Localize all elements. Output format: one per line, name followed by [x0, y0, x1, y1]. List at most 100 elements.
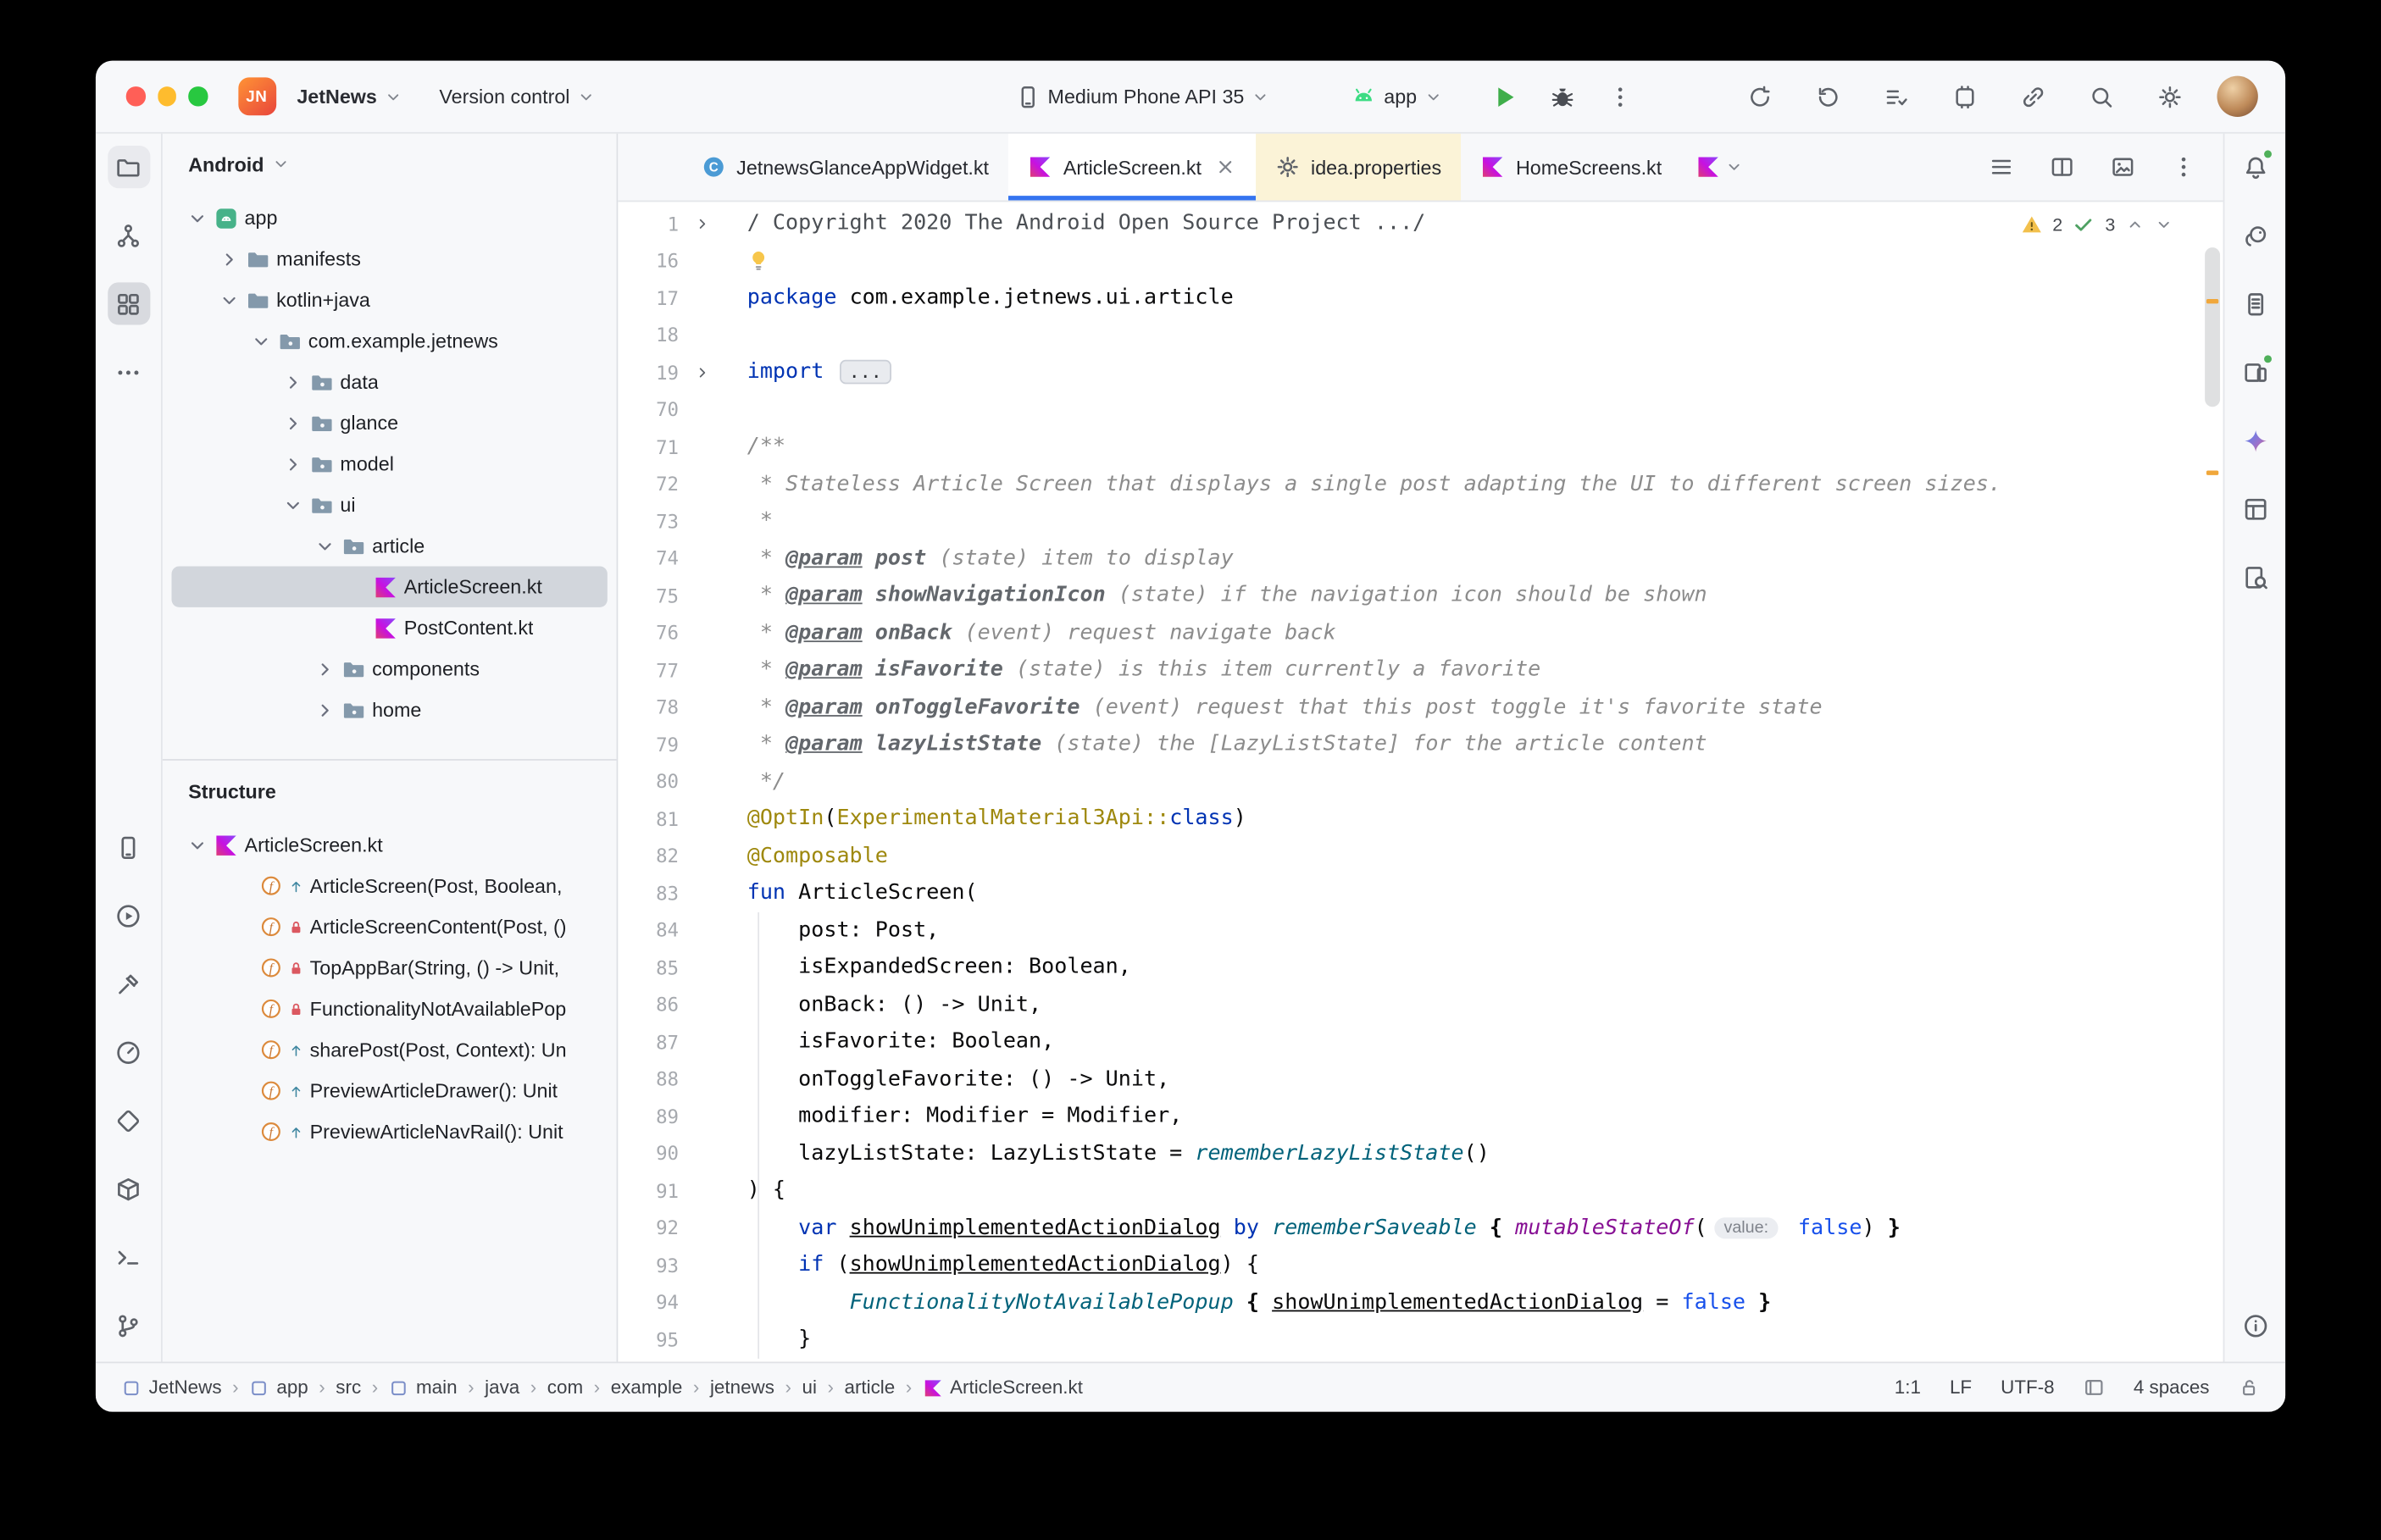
chevron-down-icon[interactable]	[314, 535, 336, 557]
indent-style[interactable]: 4 spaces	[2134, 1377, 2210, 1398]
breadcrumb-item[interactable]: ArticleScreen.kt	[923, 1377, 1083, 1398]
project-tree-item[interactable]: com.example.jetnews	[172, 320, 608, 361]
tool-build-tool-button[interactable]	[107, 962, 149, 1005]
project-widget[interactable]: JetNews	[285, 77, 415, 115]
tool-device-mirror-button[interactable]	[2234, 351, 2276, 393]
structure-item[interactable]: fPreviewArticleNavRail(): Unit	[172, 1111, 608, 1152]
prev-problem-icon[interactable]	[2126, 215, 2145, 234]
tab-idea.properties[interactable]: idea.properties	[1257, 134, 1462, 201]
project-tree-item[interactable]: ui	[172, 485, 608, 525]
breadcrumb-item[interactable]: com	[547, 1377, 583, 1398]
caret-position[interactable]: 1:1	[1895, 1377, 1921, 1398]
chevron-right-icon[interactable]	[282, 413, 303, 434]
breadcrumb-item[interactable]: article	[844, 1377, 895, 1398]
tool-app-insights-button[interactable]	[2234, 556, 2276, 598]
tool-profiler-button[interactable]	[107, 1031, 149, 1073]
tool-dependencies-button[interactable]	[107, 1167, 149, 1210]
padlock-open-icon[interactable]	[2239, 1377, 2260, 1398]
more-actions-button[interactable]	[1597, 74, 1643, 119]
project-tree-item[interactable]: components	[172, 648, 608, 689]
zoom-window-button[interactable]	[188, 87, 207, 106]
tool-more-horizontal-button[interactable]	[107, 351, 149, 393]
project-tree-item[interactable]: glance	[172, 402, 608, 443]
project-tree-item[interactable]: kotlin+java	[172, 280, 608, 320]
settings-button[interactable]	[2147, 74, 2193, 119]
structure-item[interactable]: fArticleScreen(Post, Boolean,	[172, 865, 608, 906]
structure-item[interactable]: fsharePost(Post, Context): Un	[172, 1029, 608, 1070]
fold-marker-icon[interactable]	[679, 364, 724, 381]
project-tree-item[interactable]: article	[172, 525, 608, 566]
hidden-tabs-dropdown[interactable]	[1681, 134, 1758, 201]
tab-JetnewsGlanceAppWidget.kt[interactable]: CJetnewsGlanceAppWidget.kt	[682, 134, 1009, 201]
tool-gemini-button[interactable]	[2234, 419, 2276, 462]
tool-gradle-button[interactable]	[2234, 214, 2276, 257]
breadcrumb-item[interactable]: app	[249, 1377, 308, 1398]
tool-running-devices-button[interactable]	[107, 895, 149, 937]
tool-app-inspection-button[interactable]	[107, 1099, 149, 1141]
project-tree-item[interactable]: data	[172, 362, 608, 402]
next-problem-icon[interactable]	[2155, 215, 2173, 234]
run-config-selector[interactable]: app	[1340, 77, 1455, 117]
inspections-widget[interactable]: 2 3	[2013, 211, 2181, 238]
breadcrumb-item[interactable]: java	[485, 1377, 519, 1398]
scrollbar-thumb[interactable]	[2205, 247, 2220, 407]
editor-scrollbar[interactable]	[2202, 202, 2223, 1361]
tool-layout-inspector-button[interactable]	[2234, 487, 2276, 529]
code-editor[interactable]: 1/ Copyright 2020 The Android Open Sourc…	[618, 202, 2223, 1361]
run-button[interactable]	[1482, 74, 1528, 119]
breadcrumb-item[interactable]: src	[336, 1377, 361, 1398]
project-tree-item[interactable]: home	[172, 690, 608, 730]
structure-item[interactable]: fFunctionalityNotAvailablePop	[172, 989, 608, 1029]
breadcrumb-item[interactable]: JetNews	[121, 1377, 221, 1398]
chevron-right-icon[interactable]	[219, 248, 240, 269]
project-tree-item[interactable]: PostContent.kt	[172, 607, 608, 648]
more-vertical-button[interactable]	[2166, 149, 2202, 186]
device-selector[interactable]: Medium Phone API 35	[1004, 77, 1283, 117]
breadcrumb-item[interactable]: ui	[802, 1377, 816, 1398]
tab-ArticleScreen.kt[interactable]: ArticleScreen.kt	[1008, 134, 1256, 201]
task-list-button[interactable]	[1873, 74, 1919, 119]
tab-HomeScreens.kt[interactable]: HomeScreens.kt	[1461, 134, 1681, 201]
preview-button[interactable]	[2105, 149, 2141, 186]
chevron-down-icon[interactable]	[219, 289, 240, 310]
breadcrumb-item[interactable]: example	[611, 1377, 683, 1398]
chevron-down-icon[interactable]	[186, 208, 208, 229]
restore-button[interactable]	[1806, 74, 1851, 119]
close-window-button[interactable]	[126, 87, 145, 106]
debug-button[interactable]	[1540, 74, 1585, 119]
project-tree-item[interactable]: manifests	[172, 238, 608, 279]
structure-root-item[interactable]: ArticleScreen.kt	[172, 824, 608, 865]
breadcrumb-item[interactable]: main	[389, 1377, 458, 1398]
tool-problems-button[interactable]	[2234, 1304, 2276, 1346]
chevron-right-icon[interactable]	[282, 453, 303, 474]
tool-project-folder-button[interactable]	[107, 146, 149, 188]
chevron-right-icon[interactable]	[314, 658, 336, 679]
warning-stripe-mark[interactable]	[2206, 471, 2218, 475]
warning-stripe-mark[interactable]	[2206, 299, 2218, 303]
file-encoding[interactable]: UTF-8	[2001, 1377, 2054, 1398]
tool-device-explorer-button[interactable]	[2234, 282, 2276, 324]
minimize-window-button[interactable]	[157, 87, 175, 106]
plugin-button[interactable]	[1942, 74, 1988, 119]
chevron-down-icon[interactable]	[186, 834, 208, 856]
chevron-down-icon[interactable]	[282, 494, 303, 515]
tool-notifications-button[interactable]	[2234, 146, 2276, 188]
tool-commit-graph-button[interactable]	[107, 214, 149, 257]
breadcrumb-item[interactable]: jetnews	[710, 1377, 774, 1398]
fold-marker-icon[interactable]	[679, 215, 724, 232]
close-icon[interactable]	[1215, 157, 1236, 178]
tool-device-manager-button[interactable]	[107, 826, 149, 868]
tool-version-control-button[interactable]	[107, 1304, 149, 1346]
project-panel-header[interactable]: Android	[163, 134, 617, 195]
device-link-button[interactable]	[2011, 74, 2056, 119]
editor-list-button[interactable]	[1983, 149, 2019, 186]
tool-resource-grid-button[interactable]	[107, 282, 149, 324]
structure-item[interactable]: fArticleScreenContent(Post, ()	[172, 906, 608, 947]
tool-terminal-button[interactable]	[107, 1236, 149, 1278]
search-button[interactable]	[2079, 74, 2124, 119]
structure-item[interactable]: fTopAppBar(String, () -> Unit,	[172, 947, 608, 988]
project-tree-item[interactable]: ArticleScreen.kt	[172, 566, 608, 607]
chevron-down-icon[interactable]	[251, 330, 272, 352]
line-separator[interactable]: LF	[1950, 1377, 1972, 1398]
project-tree-item[interactable]: model	[172, 443, 608, 484]
